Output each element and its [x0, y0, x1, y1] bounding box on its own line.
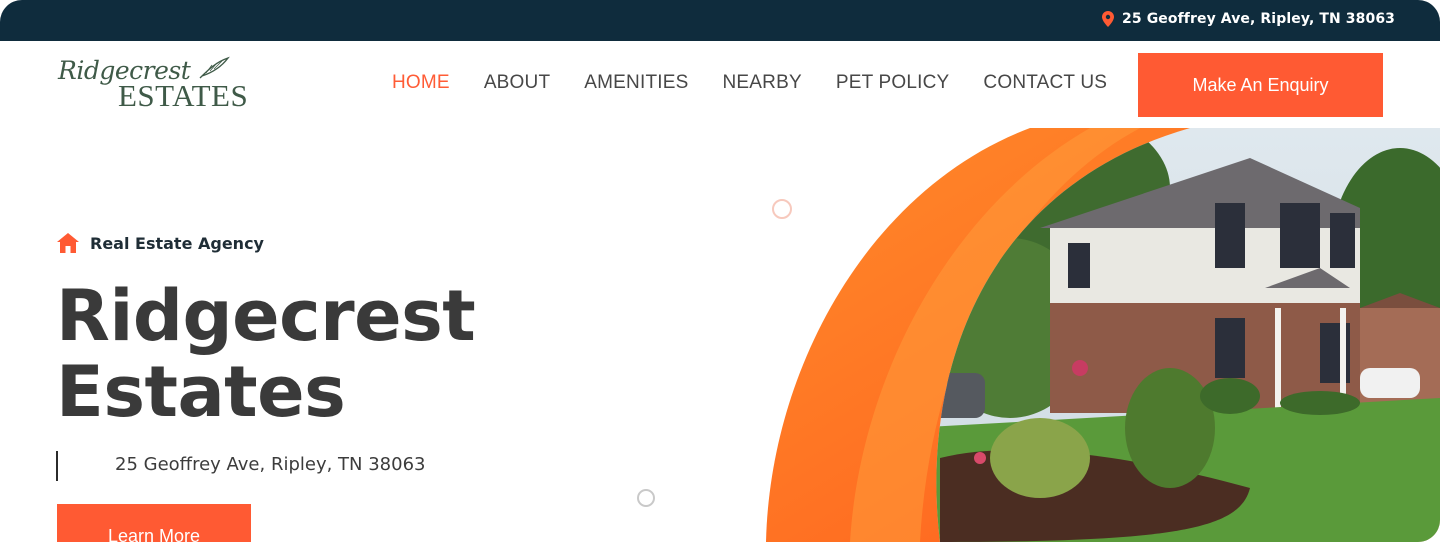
- topbar-address: 25 Geoffrey Ave, Ripley, TN 38063: [1102, 11, 1395, 27]
- hero-address: 25 Geoffrey Ave, Ripley, TN 38063: [115, 454, 426, 475]
- logo-caps-text: ESTATES: [118, 78, 249, 113]
- hero-house-image: [766, 128, 1440, 542]
- nav-item-pet-policy[interactable]: PET POLICY: [836, 72, 950, 94]
- location-pin-icon: [1102, 11, 1115, 27]
- hero-title: Ridgecrest Estates: [56, 275, 476, 433]
- nav-item-home[interactable]: HOME: [392, 72, 450, 94]
- home-icon: [57, 233, 79, 253]
- main-nav: HOME ABOUT AMENITIES NEARBY PET POLICY C…: [392, 72, 1107, 94]
- decorative-ring: [637, 489, 655, 507]
- hero-title-line2: Estates: [56, 351, 346, 433]
- hero-tag-label: Real Estate Agency: [90, 233, 264, 253]
- nav-item-contact-us[interactable]: CONTACT US: [983, 72, 1107, 94]
- topbar-address-text: 25 Geoffrey Ave, Ripley, TN 38063: [1122, 11, 1395, 27]
- hero-title-line1: Ridgecrest: [56, 275, 476, 357]
- nav-item-amenities[interactable]: AMENITIES: [584, 72, 688, 94]
- hero-tag: Real Estate Agency: [57, 233, 264, 253]
- learn-more-button[interactable]: Learn More: [57, 504, 251, 542]
- top-bar: 25 Geoffrey Ave, Ripley, TN 38063: [0, 0, 1440, 41]
- page-frame: 25 Geoffrey Ave, Ripley, TN 38063 Ridgec…: [0, 0, 1440, 542]
- site-logo[interactable]: Ridgecrest ESTATES: [58, 56, 258, 113]
- make-enquiry-button[interactable]: Make An Enquiry: [1138, 53, 1383, 117]
- nav-item-nearby[interactable]: NEARBY: [722, 72, 801, 94]
- nav-item-about[interactable]: ABOUT: [484, 72, 550, 94]
- address-accent-bar: [56, 451, 58, 481]
- feather-icon: [199, 56, 230, 79]
